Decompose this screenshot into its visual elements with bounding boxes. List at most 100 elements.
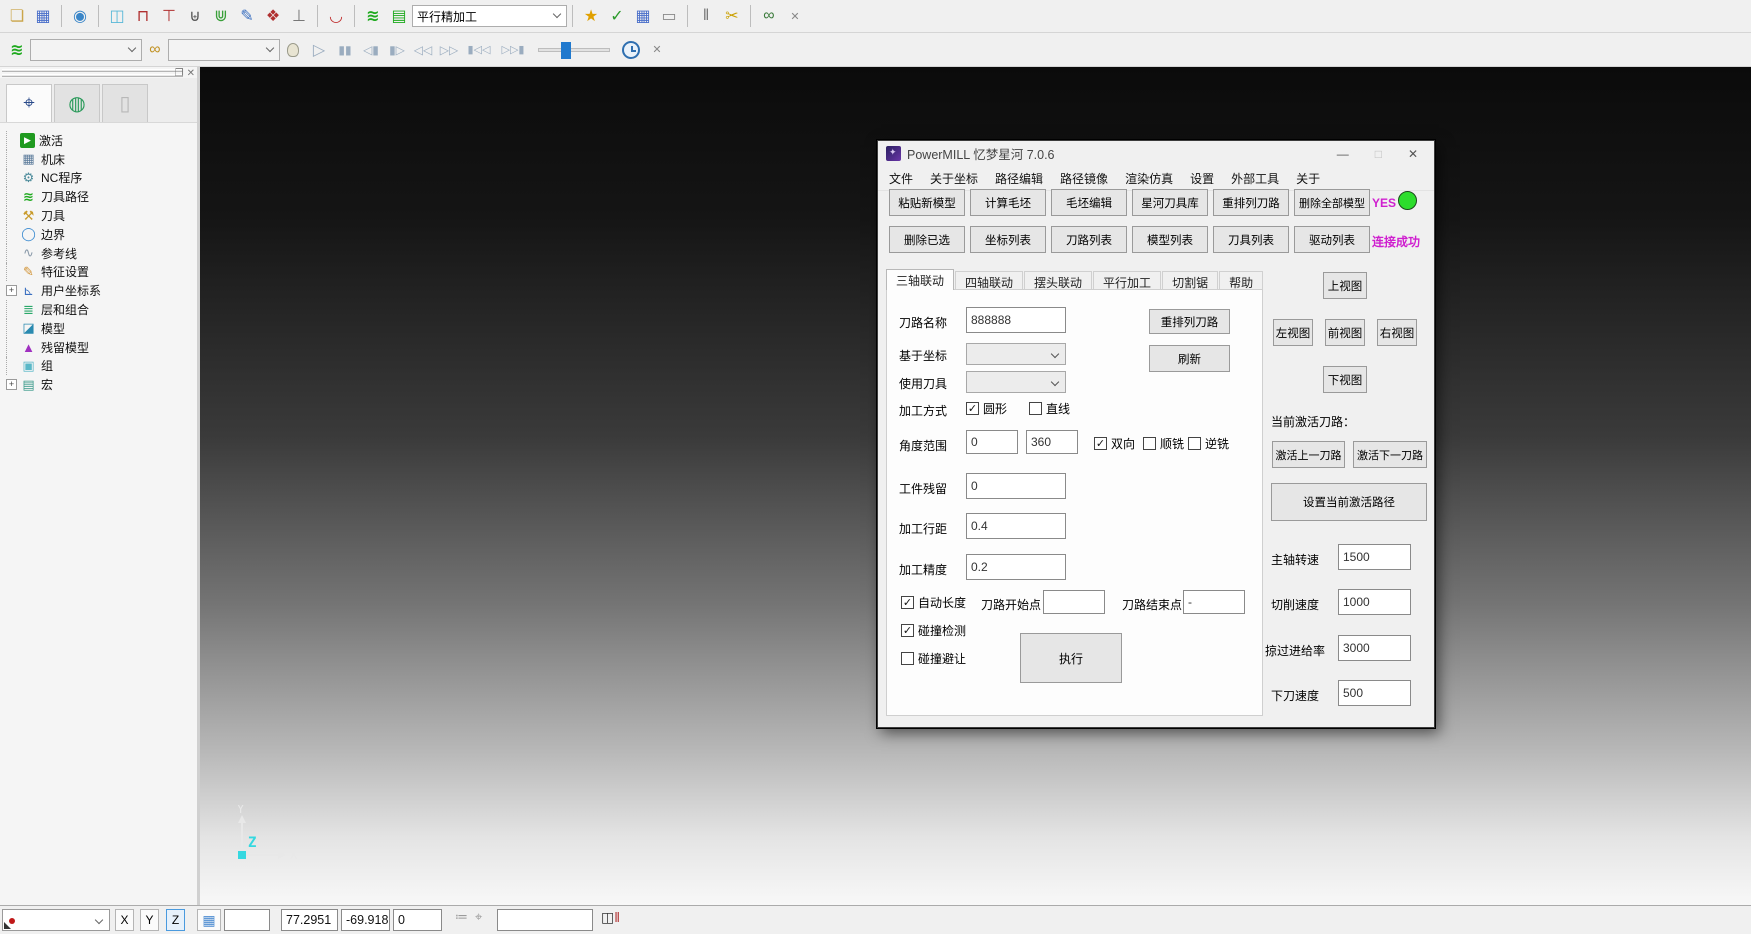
minimize-button[interactable]: —: [1337, 147, 1349, 161]
rearrange-button[interactable]: 重排列刀路: [1149, 309, 1230, 334]
checkbox-icon[interactable]: [901, 624, 914, 637]
tab-parallel[interactable]: 平行加工: [1093, 271, 1161, 290]
tab-4axis[interactable]: 四轴联动: [955, 271, 1023, 290]
pause-book-icon[interactable]: ◫‖: [601, 909, 620, 931]
menu-external-tools[interactable]: 外部工具: [1231, 170, 1279, 187]
menu-file[interactable]: 文件: [889, 170, 913, 187]
tool-check-icon[interactable]: ✓: [605, 4, 629, 28]
menu-render-sim[interactable]: 渲染仿真: [1125, 170, 1173, 187]
menu-coords[interactable]: 关于坐标: [930, 170, 978, 187]
expand-icon[interactable]: +: [6, 379, 17, 390]
calc-block-button[interactable]: 计算毛坯: [970, 189, 1046, 216]
activate-next-button[interactable]: 激活下一刀路: [1353, 441, 1427, 468]
expand-icon[interactable]: +: [6, 285, 17, 296]
checkbox-icon[interactable]: [1143, 437, 1156, 450]
clock-icon[interactable]: [619, 38, 643, 62]
toolpath-icon[interactable]: ≋: [361, 4, 385, 28]
start-point-input[interactable]: [1043, 590, 1105, 614]
tree-item-levels[interactable]: ≣层和组合: [6, 300, 197, 319]
end-point-input[interactable]: [1183, 590, 1245, 614]
corner-handle-icon[interactable]: [4, 922, 11, 929]
tree-item-activate[interactable]: ▶激活: [6, 131, 197, 150]
view-left-button[interactable]: 左视图: [1273, 319, 1313, 346]
drive-list-button[interactable]: 驱动列表: [1294, 226, 1370, 253]
slider-thumb[interactable]: [561, 42, 571, 59]
play-icon[interactable]: ▷: [307, 38, 331, 62]
arc-lead-icon[interactable]: ◡: [324, 4, 348, 28]
edit-block-button[interactable]: 毛坯编辑: [1051, 189, 1127, 216]
tab-explorer-tree[interactable]: ⌖: [6, 84, 52, 122]
tree-item-boundaries[interactable]: ◯边界: [6, 225, 197, 244]
delete-all-models-button[interactable]: 删除全部模型: [1294, 189, 1370, 216]
cutting-feed-input[interactable]: [1338, 589, 1411, 615]
drill-tool-icon[interactable]: ⊥: [287, 4, 311, 28]
view-right-button[interactable]: 右视图: [1377, 319, 1417, 346]
tree-item-workplanes[interactable]: +⊾用户坐标系: [6, 281, 197, 300]
view-front-button[interactable]: 前视图: [1325, 319, 1365, 346]
coord-x-field[interactable]: 77.2951: [281, 909, 338, 931]
tree-item-toolpaths[interactable]: ≋刀具路径: [6, 187, 197, 206]
strategy-list-icon[interactable]: ▤: [387, 4, 411, 28]
coord-z-field[interactable]: 0: [393, 909, 442, 931]
tree-item-tools[interactable]: ⚒刀具: [6, 206, 197, 225]
axis-z-toggle[interactable]: Z: [166, 909, 185, 931]
pause-icon[interactable]: ▮▮: [333, 38, 357, 62]
grid-toggle[interactable]: ▦: [197, 909, 221, 931]
auto-length-checkbox[interactable]: 自动长度: [901, 594, 966, 611]
calculator-icon[interactable]: ▦: [631, 4, 655, 28]
toolpath-icon[interactable]: ≋: [5, 38, 29, 62]
to-end-icon[interactable]: ▷▷▮: [497, 38, 529, 62]
axis-y-toggle[interactable]: Y: [140, 909, 159, 931]
to-start-icon[interactable]: ▮◁◁: [463, 38, 495, 62]
collision-avoid-checkbox[interactable]: 碰撞避让: [901, 650, 966, 667]
stock-input[interactable]: [966, 473, 1066, 499]
probe-icon[interactable]: ⌖: [475, 909, 482, 931]
step-forward-icon[interactable]: ▮▷: [385, 38, 409, 62]
flat-tool-icon[interactable]: ⊤: [157, 4, 181, 28]
maximize-button[interactable]: □: [1375, 147, 1382, 161]
pencil-icon[interactable]: ✎: [235, 4, 259, 28]
step-back-icon[interactable]: ◁▮: [359, 38, 383, 62]
toolpath-combo[interactable]: [30, 39, 142, 61]
binoculars-icon[interactable]: ∞: [757, 4, 781, 28]
tool-library-button[interactable]: 星河刀具库: [1132, 189, 1208, 216]
model-list-button[interactable]: 模型列表: [1132, 226, 1208, 253]
workplane-dropdown[interactable]: [2, 909, 110, 931]
toolpath-name-input[interactable]: [966, 307, 1066, 333]
tolerance-input[interactable]: [966, 554, 1066, 580]
rewind-icon[interactable]: ◁◁: [411, 38, 435, 62]
tool-combo[interactable]: [168, 39, 280, 61]
toolpath-list-button[interactable]: 刀路列表: [1051, 226, 1127, 253]
spindle-speed-input[interactable]: [1338, 544, 1411, 570]
angle-start-input[interactable]: [966, 430, 1018, 454]
grid-size-field[interactable]: [224, 909, 270, 931]
tab-web[interactable]: ◍: [54, 84, 100, 122]
checkbox-icon[interactable]: [1188, 437, 1201, 450]
profile-icon[interactable]: ⊓: [131, 4, 155, 28]
line-checkbox[interactable]: 直线: [1029, 400, 1070, 417]
climb-checkbox[interactable]: 顺铣: [1143, 435, 1184, 452]
rearrange-toolpaths-button[interactable]: 重排列刀路: [1213, 189, 1289, 216]
tab-3axis[interactable]: 三轴联动: [886, 269, 954, 290]
lightbulb-icon[interactable]: [281, 38, 305, 62]
execute-button[interactable]: 执行: [1020, 633, 1122, 683]
tree-item-groups[interactable]: ▣组: [6, 357, 197, 376]
menu-settings[interactable]: 设置: [1190, 170, 1214, 187]
panel-close-icon[interactable]: ✕: [187, 68, 195, 79]
tab-help[interactable]: 帮助: [1219, 271, 1263, 290]
ruler-icon[interactable]: ▭: [657, 4, 681, 28]
scissors-icon[interactable]: ✂: [720, 4, 744, 28]
coord-list-icon[interactable]: ≔: [455, 909, 468, 931]
close-toolbar-icon[interactable]: ✕: [645, 38, 669, 62]
menu-about[interactable]: 关于: [1296, 170, 1320, 187]
use-tool-combo[interactable]: [966, 371, 1066, 393]
checkbox-icon[interactable]: [901, 596, 914, 609]
viewport-3d[interactable]: Y X Z PowerMILL 忆梦星河 7.0.6 — □ ✕ 文件 关于坐标…: [200, 67, 1751, 905]
tab-tilt-head[interactable]: 摆头联动: [1024, 271, 1092, 290]
tree-item-macros[interactable]: +▤宏: [6, 375, 197, 394]
panel-grip[interactable]: [2, 74, 183, 77]
panel-float-icon[interactable]: ❐: [175, 68, 184, 79]
tree-item-models[interactable]: ◪模型: [6, 319, 197, 338]
ball-tool-icon[interactable]: ⊎: [183, 4, 207, 28]
checkbox-icon[interactable]: [1029, 402, 1042, 415]
